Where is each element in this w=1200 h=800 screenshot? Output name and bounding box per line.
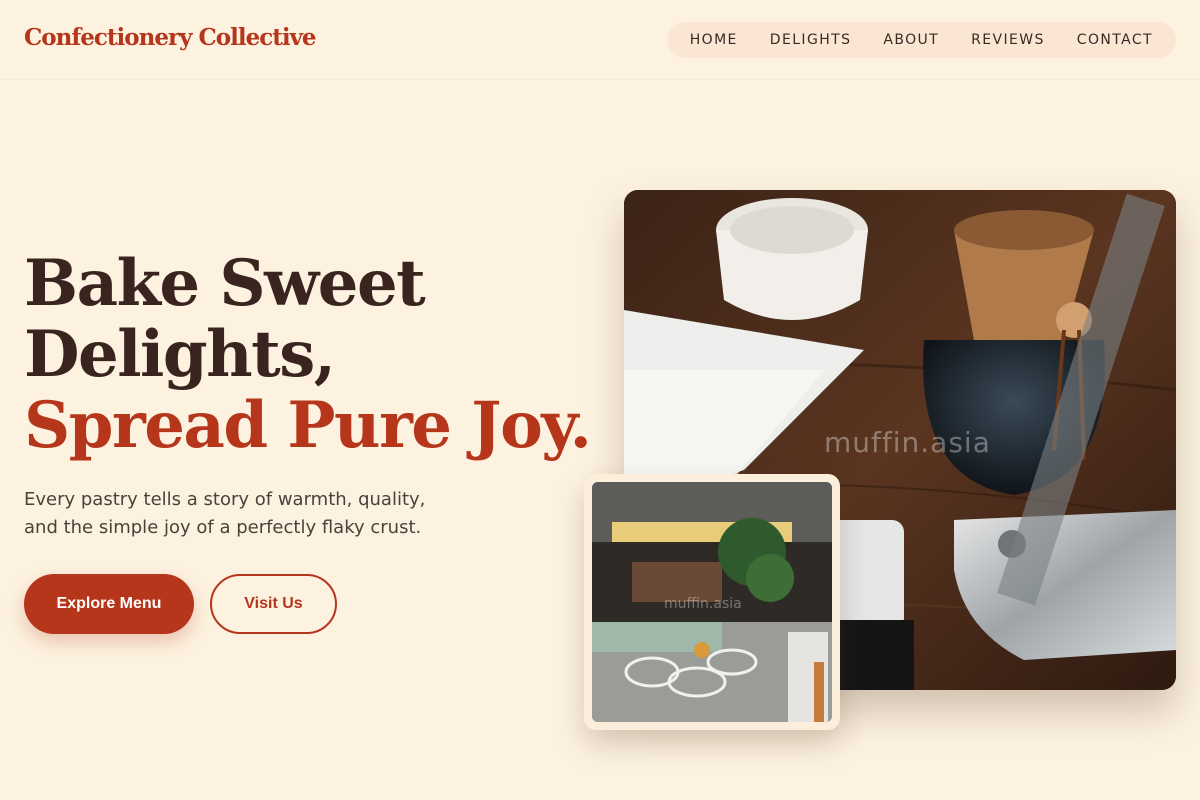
nav-home-link[interactable]: HOME: [690, 32, 738, 48]
subtext-line-1: Every pastry tells a story of warmth, qu…: [24, 489, 426, 510]
nav-about-link[interactable]: ABOUT: [883, 32, 939, 48]
brand-logo[interactable]: Confectionery Collective: [24, 24, 317, 51]
headline-line-2: Delights,: [24, 317, 336, 392]
headline-line-1: Bake Sweet: [24, 246, 426, 321]
nav-contact-link[interactable]: CONTACT: [1077, 32, 1153, 48]
nav-delights-link[interactable]: DELIGHTS: [770, 32, 852, 48]
nav-reviews-link[interactable]: REVIEWS: [971, 32, 1045, 48]
site-header: Confectionery Collective HOME DELIGHTS A…: [0, 0, 1200, 80]
headline-accent: Spread Pure Joy.: [24, 388, 592, 463]
visit-us-button[interactable]: Visit Us: [210, 574, 337, 634]
hero-subtext: Every pastry tells a story of warmth, qu…: [24, 486, 484, 542]
cafe-interior-photo-frame: muffin.asia: [584, 474, 840, 730]
main-nav: HOME DELIGHTS ABOUT REVIEWS CONTACT: [666, 22, 1176, 58]
hero-headline: Bake Sweet Delights, Spread Pure Joy.: [24, 248, 624, 461]
subtext-line-2: and the simple joy of a perfectly flaky …: [24, 517, 422, 538]
small-photo-watermark: muffin.asia: [664, 596, 742, 612]
main-photo-watermark: muffin.asia: [824, 426, 991, 459]
explore-menu-button[interactable]: Explore Menu: [24, 574, 194, 634]
cafe-interior-photo: muffin.asia: [592, 482, 832, 722]
